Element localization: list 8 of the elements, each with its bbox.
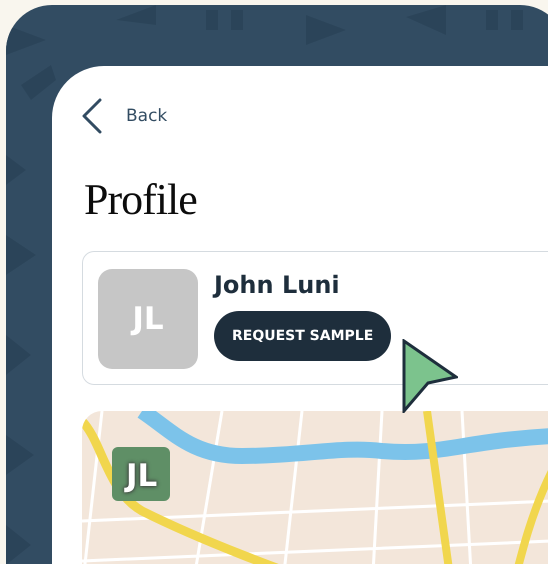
pointer-icon bbox=[402, 339, 458, 413]
chevron-left-icon bbox=[82, 98, 102, 134]
map-label: JL bbox=[123, 457, 158, 496]
profile-name: John Luni bbox=[214, 271, 341, 299]
back-link[interactable]: Back bbox=[82, 98, 168, 134]
request-sample-button[interactable]: REQUEST SAMPLE bbox=[214, 311, 392, 361]
avatar: JL bbox=[98, 269, 198, 369]
page-title: Profile bbox=[84, 174, 198, 225]
